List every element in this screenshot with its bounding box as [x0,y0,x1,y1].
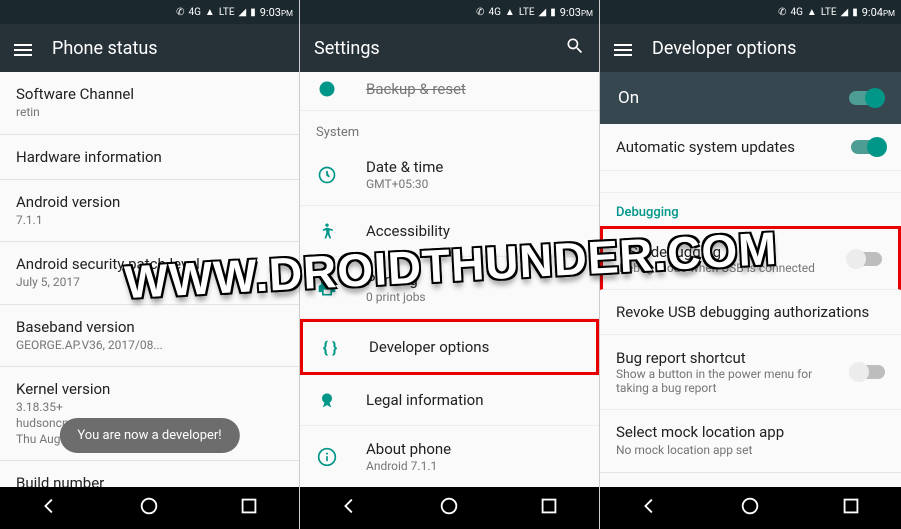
clock: 9:03PM [260,6,293,19]
back-button[interactable] [639,495,661,521]
lte-label: LTE [219,7,235,18]
back-button[interactable] [39,495,61,521]
person-icon [316,220,338,242]
back-button[interactable] [339,495,361,521]
master-toggle-bar: On [600,72,901,124]
developer-toast: You are now a developer! [59,418,239,453]
row-build-number[interactable]: Build numberNMA26.42-82 [0,461,299,487]
wifi-icon: ▲ [807,7,817,18]
menu-icon[interactable] [14,41,32,55]
recents-button[interactable] [538,495,560,521]
row-security-patch[interactable]: Android security patch levelJuly 5, 2017 [0,242,299,305]
row-about-phone[interactable]: About phoneAndroid 7.1.1 [300,426,599,487]
row-date-time[interactable]: Date & timeGMT+05:30 [300,144,599,206]
clock-icon [316,164,338,186]
screen-phone-status: ✆ 4G ▲ LTE ◢ ▮ 9:03PM Phone status Softw… [0,0,300,529]
row-mock-location[interactable]: Select mock location appNo mock location… [600,410,901,473]
hd-call-icon: ✆ [176,7,184,18]
info-icon [316,446,338,468]
lte-label: LTE [519,7,535,18]
row-hidden[interactable]: ... [600,171,901,193]
page-title: Settings [314,38,545,59]
row-printing[interactable]: Printing0 print jobs [300,257,599,319]
usb-debugging-toggle[interactable] [848,252,882,266]
net-4g: 4G [188,7,200,18]
home-button[interactable] [138,495,160,521]
wifi-icon: ▲ [205,7,215,18]
backup-icon [316,78,338,100]
battery-icon: ▮ [250,7,256,18]
row-hardware-info[interactable]: Hardware information [0,135,299,180]
section-system: System [300,111,599,144]
row-legal-info[interactable]: Legal information [300,375,599,426]
bug-report-toggle[interactable] [851,365,885,379]
battery-icon: ▮ [550,7,556,18]
home-button[interactable] [438,495,460,521]
row-accessibility[interactable]: Accessibility [300,206,599,257]
screen-settings: ✆ 4G ▲ LTE ◢ ▮ 9:03PM Settings Backup & … [300,0,600,529]
signal-icon: ◢ [539,7,547,18]
net-4g: 4G [790,7,802,18]
status-bar: ✆ 4G ▲ LTE ◢ ▮ 9:04PM [600,0,901,24]
app-bar: Phone status [0,24,299,72]
master-toggle[interactable] [849,91,883,105]
row-backup-reset[interactable]: Backup & reset [300,72,599,111]
signal-icon: ◢ [841,7,849,18]
row-usb-debugging[interactable]: USB debuggingDebug mode when USB is conn… [600,226,901,290]
row-developer-options[interactable]: { } Developer options [300,319,599,375]
braces-icon: { } [319,336,341,358]
row-bug-report[interactable]: Bug report shortcutShow a button in the … [600,335,901,410]
auto-updates-toggle[interactable] [851,140,885,154]
seal-icon [316,389,338,411]
nav-bar [600,487,901,529]
nav-bar [0,487,299,529]
row-software-channel[interactable]: Software Channelretin [0,72,299,135]
lte-label: LTE [821,7,837,18]
content-list[interactable]: Backup & reset System Date & timeGMT+05:… [300,72,599,487]
section-debugging: Debugging [600,193,901,226]
battery-icon: ▮ [852,7,858,18]
content-list[interactable]: Automatic system updates ... Debugging U… [600,124,901,487]
recents-button[interactable] [840,495,862,521]
print-icon [316,277,338,299]
signal-icon: ◢ [239,7,247,18]
clock: 9:04PM [862,6,895,19]
page-title: Phone status [52,38,285,59]
status-bar: ✆ 4G ▲ LTE ◢ ▮ 9:03PM [300,0,599,24]
app-bar: Developer options [600,24,901,72]
row-auto-updates[interactable]: Automatic system updates [600,124,901,171]
menu-icon[interactable] [614,41,632,55]
status-bar: ✆ 4G ▲ LTE ◢ ▮ 9:03PM [0,0,299,24]
on-label: On [618,88,639,108]
search-icon[interactable] [565,36,585,60]
home-button[interactable] [739,495,761,521]
row-revoke-usb[interactable]: Revoke USB debugging authorizations [600,290,901,335]
net-4g: 4G [488,7,500,18]
page-title: Developer options [652,38,887,59]
row-baseband[interactable]: Baseband versionGEORGE.AP.V36, 2017/08..… [0,305,299,368]
nav-bar [300,487,599,529]
wifi-icon: ▲ [505,7,515,18]
screen-developer-options: ✆ 4G ▲ LTE ◢ ▮ 9:04PM Developer options … [600,0,901,529]
clock: 9:03PM [560,6,593,19]
hd-call-icon: ✆ [778,7,786,18]
hd-call-icon: ✆ [476,7,484,18]
row-android-version[interactable]: Android version7.1.1 [0,180,299,243]
recents-button[interactable] [238,495,260,521]
app-bar: Settings [300,24,599,72]
